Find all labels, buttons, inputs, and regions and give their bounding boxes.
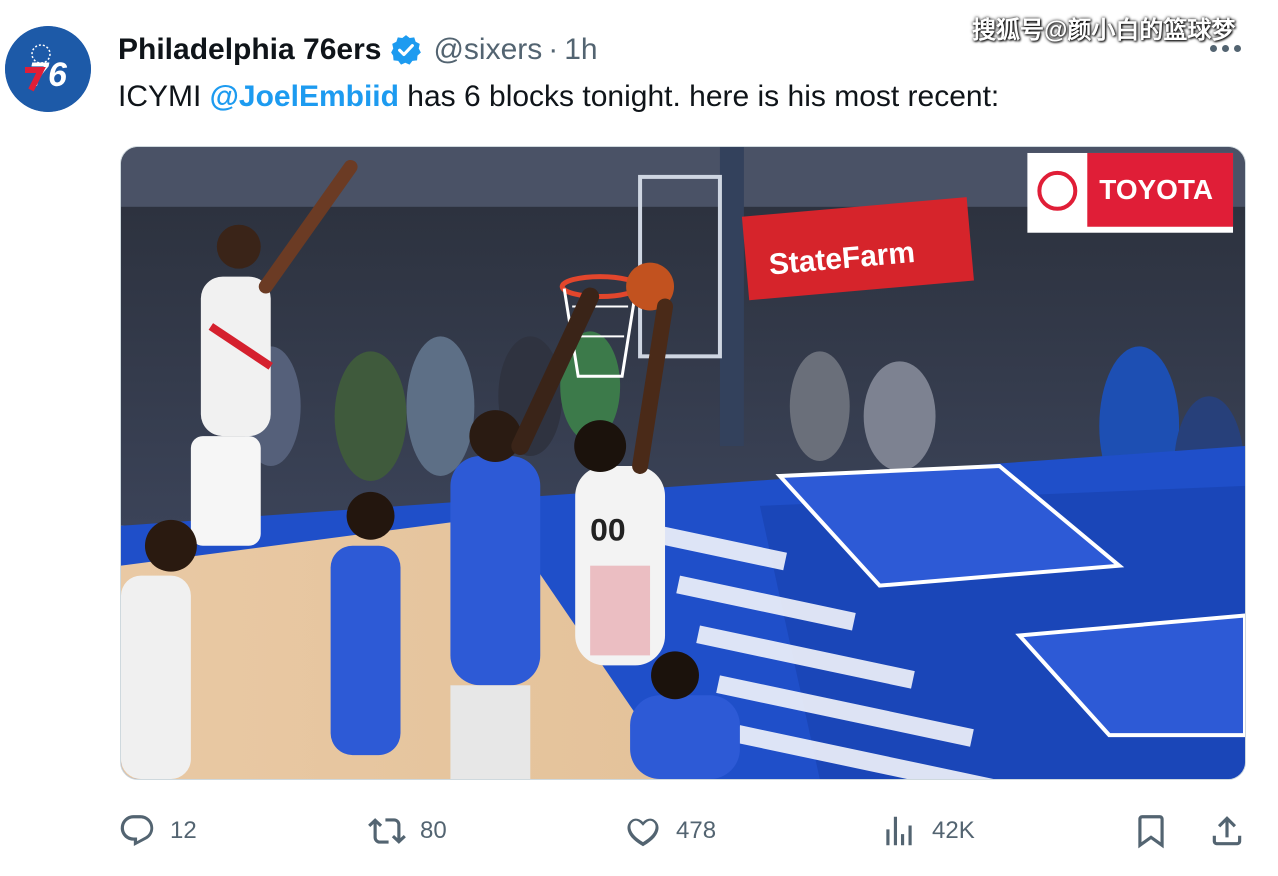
retweet-icon bbox=[368, 818, 406, 844]
views-button[interactable]: 42K bbox=[880, 806, 975, 856]
timestamp[interactable]: 1h bbox=[564, 33, 597, 67]
separator-dot: · bbox=[548, 33, 559, 66]
toyota-sign: TOYOTA bbox=[1099, 174, 1213, 205]
bookmark-button[interactable] bbox=[1132, 806, 1170, 856]
reply-icon bbox=[120, 815, 154, 847]
avatar[interactable]: 76 bbox=[5, 26, 91, 112]
like-icon bbox=[627, 818, 659, 847]
share-icon bbox=[1212, 816, 1242, 846]
tweet-text-prefix: ICYMI bbox=[118, 80, 210, 113]
tweet-text-suffix: has 6 blocks tonight. here is his most r… bbox=[398, 80, 1000, 113]
tweet-text: ICYMI @JoelEmbiid has 6 blocks tonight. … bbox=[118, 78, 999, 116]
more-icon[interactable] bbox=[1210, 40, 1250, 56]
like-count: 478 bbox=[676, 817, 717, 844]
watermark: 搜狐号@颜小白的篮球梦 bbox=[972, 17, 1236, 44]
sixers-logo-icon: 76 bbox=[5, 26, 91, 112]
bookmark-icon bbox=[1138, 815, 1164, 849]
action-bar: 12 80 478 42K bbox=[118, 806, 1258, 856]
like-button[interactable]: 478 bbox=[624, 806, 716, 856]
display-name[interactable]: Philadelphia 76ers bbox=[118, 33, 381, 67]
jersey-number: 00 bbox=[590, 512, 626, 548]
retweet-count: 80 bbox=[420, 817, 447, 844]
media-image: StateFarm TOYOTA 00 bbox=[121, 147, 1245, 779]
handle[interactable]: @sixers bbox=[433, 33, 542, 67]
views-icon bbox=[886, 816, 912, 846]
retweet-button[interactable]: 80 bbox=[368, 806, 447, 856]
views-count: 42K bbox=[932, 817, 975, 844]
tweet-media[interactable]: StateFarm TOYOTA 00 bbox=[120, 146, 1246, 780]
reply-count: 12 bbox=[170, 817, 197, 844]
share-button[interactable] bbox=[1208, 806, 1246, 856]
reply-button[interactable]: 12 bbox=[118, 806, 197, 856]
mention-link[interactable]: @JoelEmbiid bbox=[210, 80, 399, 113]
tweet-header: Philadelphia 76ers @sixers · 1h bbox=[118, 28, 598, 72]
verified-badge-icon bbox=[391, 35, 422, 65]
